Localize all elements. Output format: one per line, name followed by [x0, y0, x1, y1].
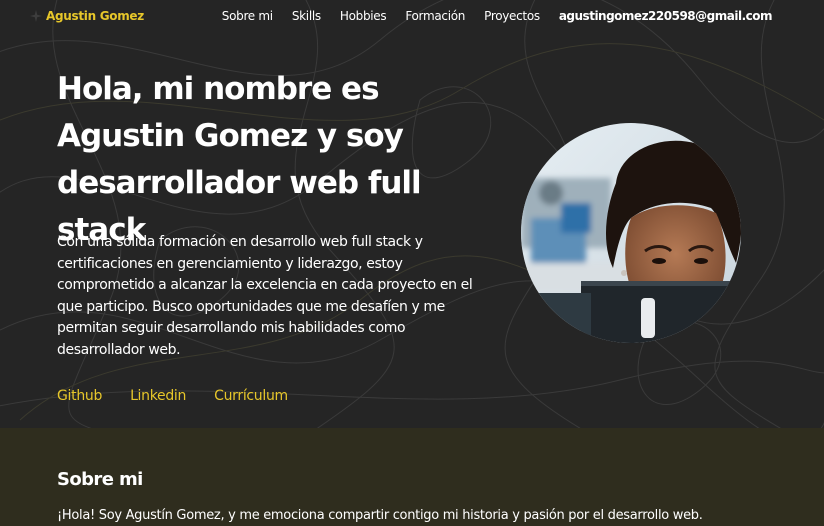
navbar: Agustin Gomez Sobre mi Skills Hobbies Fo… [0, 0, 824, 34]
nav-email-link[interactable]: agustingomez220598@gmail.com [559, 9, 773, 23]
nav-link-formacion[interactable]: Formación [405, 9, 465, 23]
hero-title: Hola, mi nombre es Agustin Gomez y soy d… [57, 71, 422, 248]
nav-link-skills[interactable]: Skills [292, 9, 321, 23]
profile-photo-illustration [521, 123, 741, 343]
portfolio-page: Agustin Gomez Sobre mi Skills Hobbies Fo… [0, 0, 824, 526]
nav-link-sobre-mi[interactable]: Sobre mi [222, 9, 273, 23]
github-link[interactable]: Github [57, 388, 102, 404]
about-section: Sobre mi ¡Hola! Soy Agustín Gomez, y me … [0, 428, 824, 526]
linkedin-link[interactable]: Linkedin [130, 388, 186, 404]
curriculum-link[interactable]: Currículum [214, 388, 288, 404]
about-intro-text: ¡Hola! Soy Agustín Gomez, y me emociona … [57, 508, 703, 523]
brand-name: Agustin Gomez [46, 9, 144, 23]
hero-social-links: Github Linkedin Currículum [57, 388, 288, 404]
nav-link-hobbies[interactable]: Hobbies [340, 9, 387, 23]
sparkle-icon [30, 10, 42, 22]
nav-links: Sobre mi Skills Hobbies Formación Proyec… [222, 9, 773, 23]
about-title: Sobre mi [57, 469, 143, 490]
brand-logo[interactable]: Agustin Gomez [30, 9, 144, 23]
profile-photo [521, 123, 741, 343]
nav-link-proyectos[interactable]: Proyectos [484, 9, 540, 23]
hero-section: Agustin Gomez Sobre mi Skills Hobbies Fo… [0, 0, 824, 428]
hero-description: Con una sólida formación en desarrollo w… [57, 234, 473, 358]
